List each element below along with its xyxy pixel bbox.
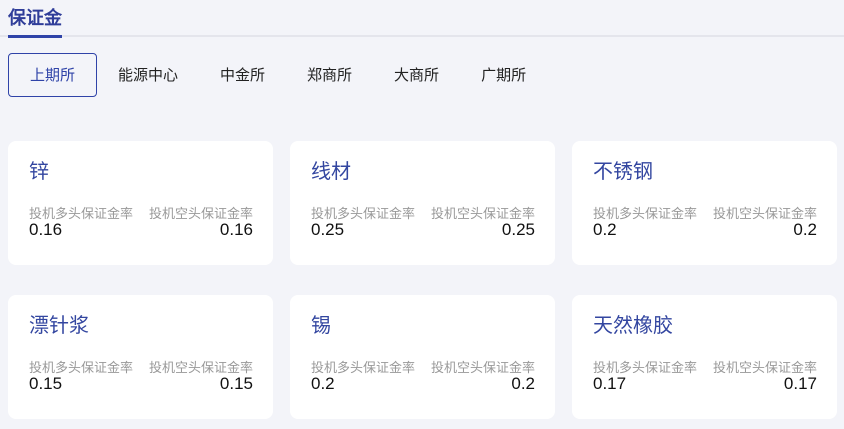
tab-shfe[interactable]: 上期所 <box>8 53 97 97</box>
margin-card[interactable]: 漂针浆 投机多头保证金率 投机空头保证金率 0.15 0.15 <box>8 295 273 419</box>
product-name: 漂针浆 <box>29 315 89 337</box>
long-margin-value: 0.2 <box>311 374 335 393</box>
exchange-tabs: 上期所 能源中心 中金所 郑商所 大商所 广期所 <box>8 53 547 97</box>
tab-ine[interactable]: 能源中心 <box>97 53 199 97</box>
margin-card[interactable]: 天然橡胶 投机多头保证金率 投机空头保证金率 0.17 0.17 <box>572 295 837 419</box>
long-margin-value: 0.2 <box>593 220 617 239</box>
long-margin-value: 0.25 <box>311 220 345 239</box>
short-margin-value: 0.16 <box>219 220 253 239</box>
long-margin-value: 0.16 <box>29 220 63 239</box>
header-divider <box>0 35 844 37</box>
product-name: 锌 <box>29 161 49 183</box>
product-name: 不锈钢 <box>593 161 653 183</box>
margin-card[interactable]: 线材 投机多头保证金率 投机空头保证金率 0.25 0.25 <box>290 141 555 265</box>
tab-cffex[interactable]: 中金所 <box>199 53 286 97</box>
tab-czce[interactable]: 郑商所 <box>286 53 373 97</box>
short-margin-value: 0.2 <box>511 374 535 393</box>
tab-gfex[interactable]: 广期所 <box>460 53 547 97</box>
title-underline <box>8 35 62 38</box>
short-margin-value: 0.2 <box>793 220 817 239</box>
margin-card[interactable]: 锡 投机多头保证金率 投机空头保证金率 0.2 0.2 <box>290 295 555 419</box>
short-margin-value: 0.15 <box>219 374 253 393</box>
margin-card[interactable]: 不锈钢 投机多头保证金率 投机空头保证金率 0.2 0.2 <box>572 141 837 265</box>
product-name: 锡 <box>311 315 331 337</box>
margin-card[interactable]: 锌 投机多头保证金率 投机空头保证金率 0.16 0.16 <box>8 141 273 265</box>
product-name: 线材 <box>311 161 351 183</box>
page-title: 保证金 <box>8 8 62 28</box>
long-margin-value: 0.17 <box>593 374 627 393</box>
long-margin-value: 0.15 <box>29 374 63 393</box>
short-margin-value: 0.25 <box>501 220 535 239</box>
product-name: 天然橡胶 <box>593 315 673 337</box>
tab-dce[interactable]: 大商所 <box>373 53 460 97</box>
short-margin-value: 0.17 <box>783 374 817 393</box>
